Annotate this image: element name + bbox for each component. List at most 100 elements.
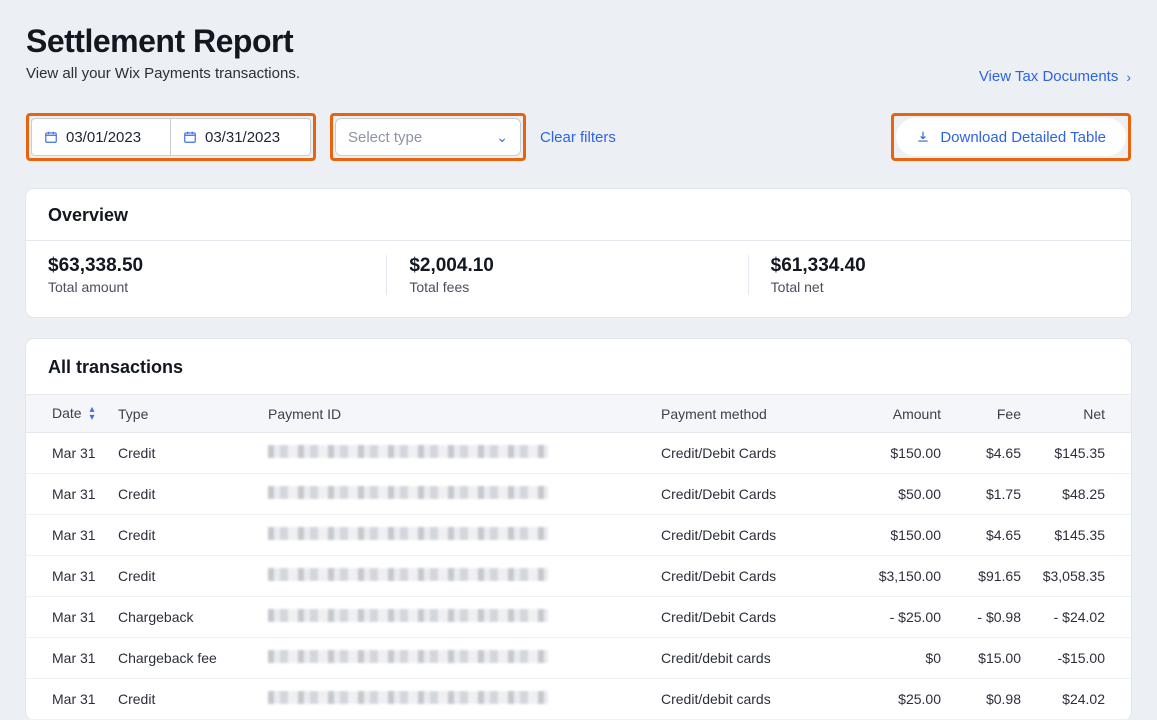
- cell-payment-id: [268, 474, 661, 515]
- date-to-value: 03/31/2023: [205, 129, 280, 146]
- clear-filters-link[interactable]: Clear filters: [540, 129, 616, 146]
- cell-fee: - $0.98: [941, 597, 1021, 638]
- cell-date: Mar 31: [26, 679, 118, 720]
- cell-payment-method: Credit/debit cards: [661, 679, 831, 720]
- cell-net: -$15.00: [1021, 638, 1131, 679]
- download-icon: [916, 130, 930, 144]
- table-row[interactable]: Mar 31Credit Credit/Debit Cards$150.00$4.…: [26, 515, 1131, 556]
- overview-heading: Overview: [26, 189, 1131, 241]
- date-range-highlight: 03/01/2023 03/31/2023: [26, 113, 316, 161]
- cell-payment-method: Credit/Debit Cards: [661, 515, 831, 556]
- cell-date: Mar 31: [26, 638, 118, 679]
- cell-net: $145.35: [1021, 433, 1131, 474]
- date-from-input[interactable]: 03/01/2023: [31, 118, 171, 156]
- cell-date: Mar 31: [26, 597, 118, 638]
- cell-amount: $50.00: [831, 474, 941, 515]
- cell-net: $24.02: [1021, 679, 1131, 720]
- overview-card: Overview $63,338.50 Total amount $2,004.…: [26, 189, 1131, 317]
- stat-total-fees: $2,004.10 Total fees: [386, 255, 747, 295]
- redacted-payment-id: [268, 691, 548, 704]
- stat-value: $63,338.50: [48, 255, 366, 277]
- col-header-fee[interactable]: Fee: [941, 395, 1021, 433]
- cell-payment-method: Credit/Debit Cards: [661, 556, 831, 597]
- cell-fee: $4.65: [941, 433, 1021, 474]
- col-header-payment-id[interactable]: Payment ID: [268, 395, 661, 433]
- cell-payment-id: [268, 515, 661, 556]
- redacted-payment-id: [268, 527, 548, 540]
- col-header-payment-method[interactable]: Payment method: [661, 395, 831, 433]
- col-header-amount[interactable]: Amount: [831, 395, 941, 433]
- transactions-table: Date ▴▾ Type Payment ID Payment method A…: [26, 394, 1131, 720]
- redacted-payment-id: [268, 486, 548, 499]
- cell-payment-method: Credit/Debit Cards: [661, 433, 831, 474]
- stat-label: Total amount: [48, 279, 366, 295]
- cell-type: Credit: [118, 515, 268, 556]
- table-row[interactable]: Mar 31CreditCredit/Debit Cards$150.00$4.…: [26, 433, 1131, 474]
- download-highlight: Download Detailed Table: [891, 113, 1131, 161]
- cell-type: Credit: [118, 474, 268, 515]
- page-title: Settlement Report: [26, 24, 300, 59]
- redacted-payment-id: [268, 568, 548, 581]
- download-label: Download Detailed Table: [940, 129, 1106, 146]
- cell-type: Chargeback: [118, 597, 268, 638]
- cell-fee: $1.75: [941, 474, 1021, 515]
- stat-total-net: $61,334.40 Total net: [748, 255, 1109, 295]
- transactions-heading: All transactions: [26, 339, 1131, 394]
- table-row[interactable]: Mar 31Credit Credit/Debit Cards$50.00$1.7…: [26, 474, 1131, 515]
- cell-date: Mar 31: [26, 474, 118, 515]
- cell-payment-id: [268, 679, 661, 720]
- col-header-date[interactable]: Date ▴▾: [26, 395, 118, 433]
- table-row[interactable]: Mar 31Credit Credit/debit cards$25.00$0.9…: [26, 679, 1131, 720]
- cell-fee: $15.00: [941, 638, 1021, 679]
- chevron-down-icon: ⌄: [496, 129, 508, 146]
- cell-fee: $0.98: [941, 679, 1021, 720]
- calendar-icon: [183, 130, 197, 144]
- redacted-payment-id: [268, 650, 548, 663]
- cell-payment-id: [268, 638, 661, 679]
- table-row[interactable]: Mar 31ChargebackCredit/Debit Cards- $25.…: [26, 597, 1131, 638]
- redacted-payment-id: [268, 609, 548, 622]
- type-select[interactable]: Select type ⌄: [335, 118, 521, 156]
- cell-payment-id: [268, 597, 661, 638]
- cell-date: Mar 31: [26, 433, 118, 474]
- col-header-date-label: Date: [52, 405, 82, 421]
- view-tax-documents-link[interactable]: View Tax Documents ›: [979, 68, 1131, 85]
- cell-fee: $4.65: [941, 515, 1021, 556]
- tax-link-label: View Tax Documents: [979, 68, 1119, 85]
- cell-payment-method: Credit/debit cards: [661, 638, 831, 679]
- table-row[interactable]: Mar 31CreditCredit/Debit Cards$3,150.00$…: [26, 556, 1131, 597]
- transactions-card: All transactions Date ▴▾ Type Payment ID…: [26, 339, 1131, 720]
- page-subtitle: View all your Wix Payments transactions.: [26, 65, 300, 82]
- cell-amount: $0: [831, 638, 941, 679]
- cell-date: Mar 31: [26, 556, 118, 597]
- calendar-icon: [44, 130, 58, 144]
- cell-type: Chargeback fee: [118, 638, 268, 679]
- stat-label: Total net: [771, 279, 1089, 295]
- date-to-input[interactable]: 03/31/2023: [171, 118, 311, 156]
- sort-indicator-icon: ▴▾: [89, 406, 94, 422]
- cell-amount: $3,150.00: [831, 556, 941, 597]
- cell-payment-id: [268, 556, 661, 597]
- cell-fee: $91.65: [941, 556, 1021, 597]
- date-from-value: 03/01/2023: [66, 129, 141, 146]
- chevron-right-icon: ›: [1126, 69, 1131, 85]
- type-select-highlight: Select type ⌄: [330, 113, 526, 161]
- cell-type: Credit: [118, 679, 268, 720]
- cell-amount: $150.00: [831, 433, 941, 474]
- stat-value: $2,004.10: [409, 255, 727, 277]
- cell-payment-id: [268, 433, 661, 474]
- table-row[interactable]: Mar 31Chargeback fee Credit/debit cards$0…: [26, 638, 1131, 679]
- cell-amount: $25.00: [831, 679, 941, 720]
- cell-payment-method: Credit/Debit Cards: [661, 474, 831, 515]
- redacted-payment-id: [268, 445, 548, 458]
- col-header-type[interactable]: Type: [118, 395, 268, 433]
- download-table-button[interactable]: Download Detailed Table: [896, 118, 1126, 156]
- cell-net: $145.35: [1021, 515, 1131, 556]
- stat-total-amount: $63,338.50 Total amount: [48, 255, 386, 295]
- col-header-net[interactable]: Net: [1021, 395, 1131, 433]
- stat-value: $61,334.40: [771, 255, 1089, 277]
- cell-net: $3,058.35: [1021, 556, 1131, 597]
- cell-amount: - $25.00: [831, 597, 941, 638]
- cell-date: Mar 31: [26, 515, 118, 556]
- cell-amount: $150.00: [831, 515, 941, 556]
